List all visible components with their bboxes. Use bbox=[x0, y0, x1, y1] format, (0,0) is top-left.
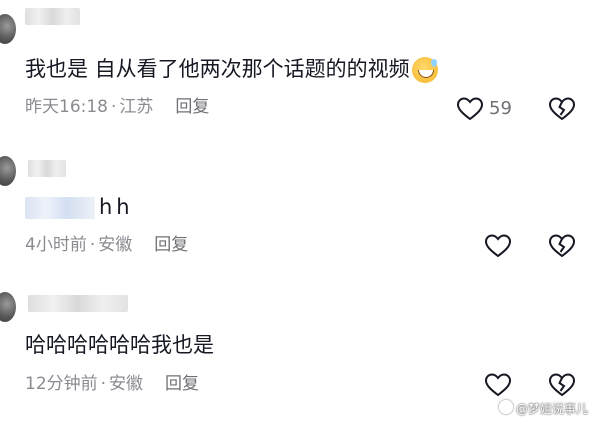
avatar[interactable] bbox=[0, 156, 16, 186]
mention-blurred bbox=[25, 197, 95, 219]
reply-button[interactable]: 回复 bbox=[154, 235, 188, 255]
reply-button[interactable]: 回复 bbox=[175, 97, 209, 117]
username-blurred[interactable] bbox=[25, 8, 80, 25]
comment-item: 我也是 自从看了他两次那个话题的的视频 昨天16:18 · 江苏 回复 59 bbox=[0, 0, 600, 130]
comment-time: 昨天16:18 bbox=[25, 97, 108, 117]
comment-text-content: hh bbox=[99, 195, 134, 219]
avatar[interactable] bbox=[0, 292, 16, 322]
avatar[interactable] bbox=[0, 14, 16, 44]
username-blurred[interactable] bbox=[28, 160, 66, 177]
comment-location: 安徽 bbox=[109, 374, 144, 394]
comment-text: 我也是 自从看了他两次那个话题的的视频 bbox=[25, 54, 438, 84]
grinning-sweat-emoji-icon bbox=[411, 57, 438, 83]
comment-location: 江苏 bbox=[119, 97, 154, 117]
broken-heart-icon[interactable] bbox=[548, 96, 576, 122]
watermark-text: @梦姐说事儿 bbox=[515, 402, 588, 416]
comment-time: 12分钟前 bbox=[25, 374, 98, 394]
meta-separator: · bbox=[89, 235, 96, 255]
meta-separator: · bbox=[100, 374, 107, 394]
reply-button[interactable]: 回复 bbox=[165, 374, 199, 394]
watermark: @梦姐说事儿 bbox=[498, 400, 588, 417]
comment-item: hh 4小时前 · 安徽 回复 bbox=[0, 140, 600, 275]
meta-separator: · bbox=[111, 97, 117, 117]
comment-text: hh bbox=[25, 192, 134, 222]
comment-meta: 昨天16:18 · 江苏 回复 bbox=[25, 96, 209, 118]
watermark-logo-icon bbox=[498, 400, 513, 414]
comment-meta: 4小时前 · 安徽 回复 bbox=[25, 234, 188, 256]
comment-text-content: 我也是 自从看了他两次那个话题的的视频 bbox=[25, 57, 410, 81]
comment-text: 哈哈哈哈哈哈我也是 bbox=[25, 330, 214, 360]
heart-outline-icon[interactable] bbox=[456, 96, 484, 122]
broken-heart-icon[interactable] bbox=[548, 372, 576, 398]
like-count: 59 bbox=[489, 98, 512, 119]
comment-meta: 12分钟前 · 安徽 回复 bbox=[25, 373, 199, 395]
comment-text-content: 哈哈哈哈哈哈我也是 bbox=[25, 333, 214, 357]
heart-outline-icon[interactable] bbox=[484, 233, 512, 259]
comment-location: 安徽 bbox=[98, 235, 133, 255]
username-blurred[interactable] bbox=[28, 295, 128, 312]
heart-outline-icon[interactable] bbox=[484, 372, 512, 398]
broken-heart-icon[interactable] bbox=[548, 233, 576, 259]
comment-time: 4小时前 bbox=[25, 235, 87, 255]
